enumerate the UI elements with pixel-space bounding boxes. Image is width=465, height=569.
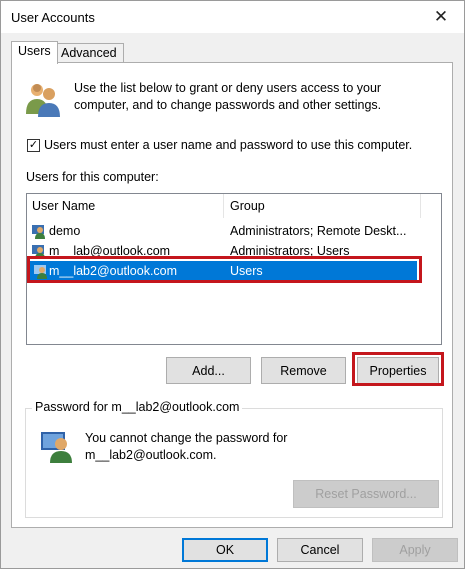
intro-text: Use the list below to grant or deny user… bbox=[74, 81, 382, 112]
column-header-user-name[interactable]: User Name bbox=[32, 199, 95, 213]
list-header: User Name Group bbox=[27, 194, 441, 218]
column-divider[interactable] bbox=[223, 194, 224, 218]
cancel-button[interactable]: Cancel bbox=[277, 538, 363, 562]
checkmark-icon: ✓ bbox=[28, 138, 39, 151]
password-group: Password for m__lab2@outlook.com You can… bbox=[25, 400, 443, 518]
users-tab-panel: Use the list below to grant or deny user… bbox=[11, 62, 453, 528]
column-header-group[interactable]: Group bbox=[230, 199, 265, 213]
password-message-line2: m__lab2@outlook.com. bbox=[85, 448, 217, 462]
ok-button[interactable]: OK bbox=[182, 538, 268, 562]
tab-advanced[interactable]: Advanced bbox=[54, 43, 124, 63]
close-button[interactable]: ✕ bbox=[426, 5, 456, 29]
user-icon bbox=[41, 432, 72, 463]
table-row-m-lab[interactable]: m__lab@outlook.com Administrators; Users bbox=[27, 241, 441, 261]
user-icon bbox=[32, 245, 45, 259]
users-icon bbox=[26, 84, 60, 117]
table-row-demo[interactable]: demo Administrators; Remote Deskt... bbox=[27, 221, 441, 241]
users-list-label: Users for this computer: bbox=[26, 170, 159, 184]
require-login-checkbox[interactable]: ✓ bbox=[27, 138, 40, 152]
title-bar[interactable]: User Accounts ✕ bbox=[1, 1, 464, 33]
require-login-label[interactable]: Users must enter a user name and passwor… bbox=[44, 138, 412, 152]
apply-button[interactable]: Apply bbox=[372, 538, 458, 562]
user-accounts-dialog: User Accounts ✕ Users Advanced Use the l… bbox=[0, 0, 465, 569]
close-icon: ✕ bbox=[433, 7, 449, 26]
user-group: Administrators; Remote Deskt... bbox=[230, 224, 407, 238]
column-divider[interactable] bbox=[420, 194, 421, 218]
user-icon bbox=[34, 265, 47, 279]
user-name: m__lab@outlook.com bbox=[49, 244, 171, 258]
remove-button[interactable]: Remove bbox=[261, 357, 346, 384]
require-login-row: ✓ Users must enter a user name and passw… bbox=[27, 138, 412, 152]
add-button[interactable]: Add... bbox=[166, 357, 251, 384]
table-row-m-lab2[interactable]: m__lab2@outlook.com Users bbox=[29, 261, 417, 281]
user-name: m__lab2@outlook.com bbox=[49, 264, 178, 278]
user-group: Users bbox=[230, 264, 263, 278]
user-icon bbox=[32, 225, 45, 239]
user-name: demo bbox=[49, 224, 81, 238]
properties-button[interactable]: Properties bbox=[357, 357, 439, 384]
users-list[interactable]: User Name Group demo Administrators; Rem… bbox=[26, 193, 442, 345]
password-message-line1: You cannot change the password for bbox=[85, 431, 288, 445]
reset-password-button[interactable]: Reset Password... bbox=[293, 480, 439, 508]
tab-users[interactable]: Users bbox=[11, 41, 58, 64]
password-group-title: Password for m__lab2@outlook.com bbox=[32, 400, 243, 414]
password-message: You cannot change the password for m__la… bbox=[85, 430, 287, 464]
user-group: Administrators; Users bbox=[230, 244, 350, 258]
window-title: User Accounts bbox=[11, 10, 95, 25]
